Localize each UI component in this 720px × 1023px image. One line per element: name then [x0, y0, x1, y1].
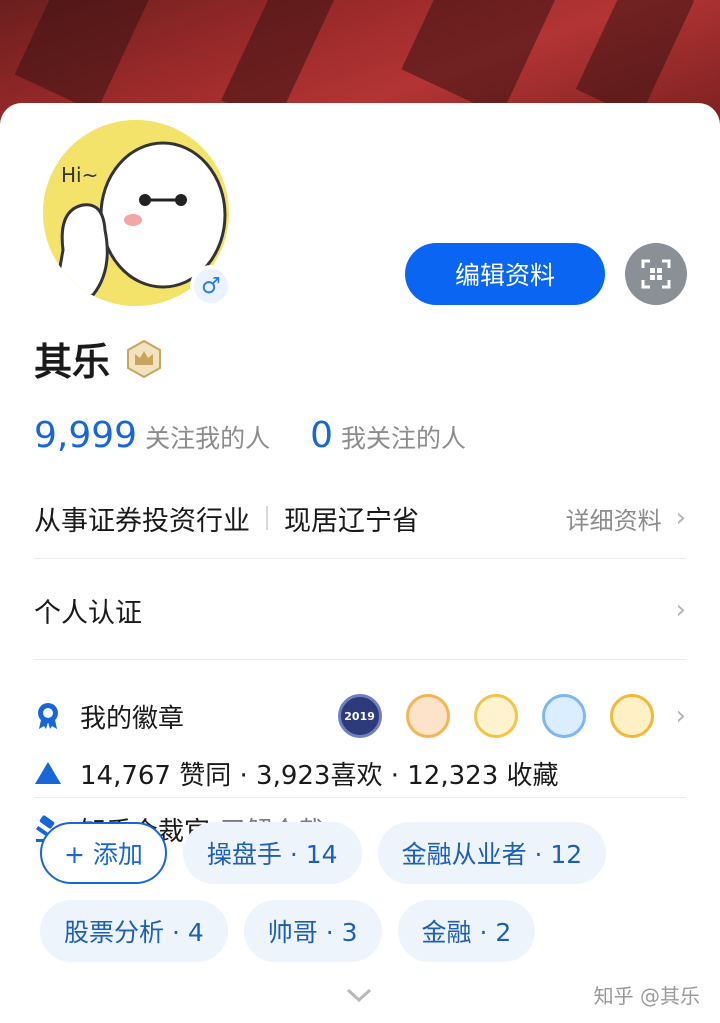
followers-count[interactable]: 9,999	[34, 415, 137, 456]
tag-item[interactable]: 金融 · 2	[397, 900, 536, 962]
industry-text: 从事证券投资行业	[34, 505, 250, 537]
user-name: 其乐	[34, 340, 111, 384]
my-badges-label: 我的徽章	[80, 703, 185, 734]
name-row: 其乐	[34, 331, 164, 386]
svg-text:Hi~: Hi~	[61, 163, 98, 187]
qr-code-icon	[641, 259, 671, 289]
follow-stats: 9,999 关注我的人 0 我关注的人	[34, 415, 466, 456]
qr-code-button[interactable]	[625, 243, 687, 305]
my-badges-row[interactable]: 我的徽章 2019 ›	[34, 691, 686, 741]
chevron-right-icon: ›	[675, 595, 686, 625]
badge-cow-smile-icon[interactable]	[473, 694, 518, 738]
crown-level-icon[interactable]	[124, 339, 164, 379]
add-tag-button[interactable]: + 添加	[40, 822, 167, 884]
male-icon: ♂	[194, 269, 228, 303]
divider	[34, 659, 686, 660]
chevron-right-icon: ›	[675, 701, 686, 731]
detail-info-label: 详细资料	[565, 506, 662, 535]
chevron-down-icon[interactable]	[344, 985, 374, 1005]
divider	[34, 558, 686, 559]
badge-cow-glasses-icon[interactable]	[541, 694, 586, 738]
tag-item[interactable]: 帅哥 · 3	[243, 900, 382, 962]
following-count[interactable]: 0	[310, 415, 333, 456]
tag-item[interactable]: 金融从业者 · 12	[377, 822, 607, 884]
badge-cow-star-icon[interactable]	[609, 694, 654, 738]
edit-profile-button[interactable]: 编辑资料	[405, 243, 605, 305]
info-separator	[266, 506, 268, 530]
gender-badge: ♂	[190, 265, 232, 307]
tag-item[interactable]: 操盘手 · 14	[182, 822, 362, 884]
engagement-stats-row: 14,767 赞同 · 3,923喜欢 · 12,323 收藏	[34, 751, 559, 795]
tag-item[interactable]: 股票分析 · 4	[40, 900, 228, 962]
certification-label: 个人认证	[34, 597, 142, 629]
profile-info-row[interactable]: 从事证券投资行业 现居辽宁省 详细资料 ›	[34, 493, 686, 543]
tag-row-1: + 添加 操盘手 · 14 金融从业者 · 12	[40, 822, 700, 884]
badge-ribbon-icon	[34, 702, 62, 730]
badge-list: 2019 ›	[314, 694, 686, 738]
badge-2019-icon[interactable]: 2019	[337, 694, 382, 738]
chevron-right-icon: ›	[675, 503, 686, 533]
following-label[interactable]: 我关注的人	[341, 419, 466, 455]
watermark: 知乎 @其乐	[593, 984, 700, 1008]
followers-label[interactable]: 关注我的人	[145, 419, 270, 455]
tag-row-2: 股票分析 · 4 帅哥 · 3 金融 · 2	[40, 900, 700, 962]
engagement-stats-text: 14,767 赞同 · 3,923喜欢 · 12,323 收藏	[80, 760, 559, 791]
location-text: 现居辽宁省	[284, 505, 419, 537]
badge-cow-icon[interactable]	[405, 694, 450, 738]
upvote-triangle-icon	[34, 759, 62, 787]
detail-info-link[interactable]: 详细资料 ›	[566, 501, 686, 536]
divider	[34, 797, 686, 798]
personal-certification-row[interactable]: 个人认证 ›	[34, 587, 686, 633]
tag-list: + 添加 操盘手 · 14 金融从业者 · 12 股票分析 · 4 帅哥 · 3…	[40, 822, 700, 978]
